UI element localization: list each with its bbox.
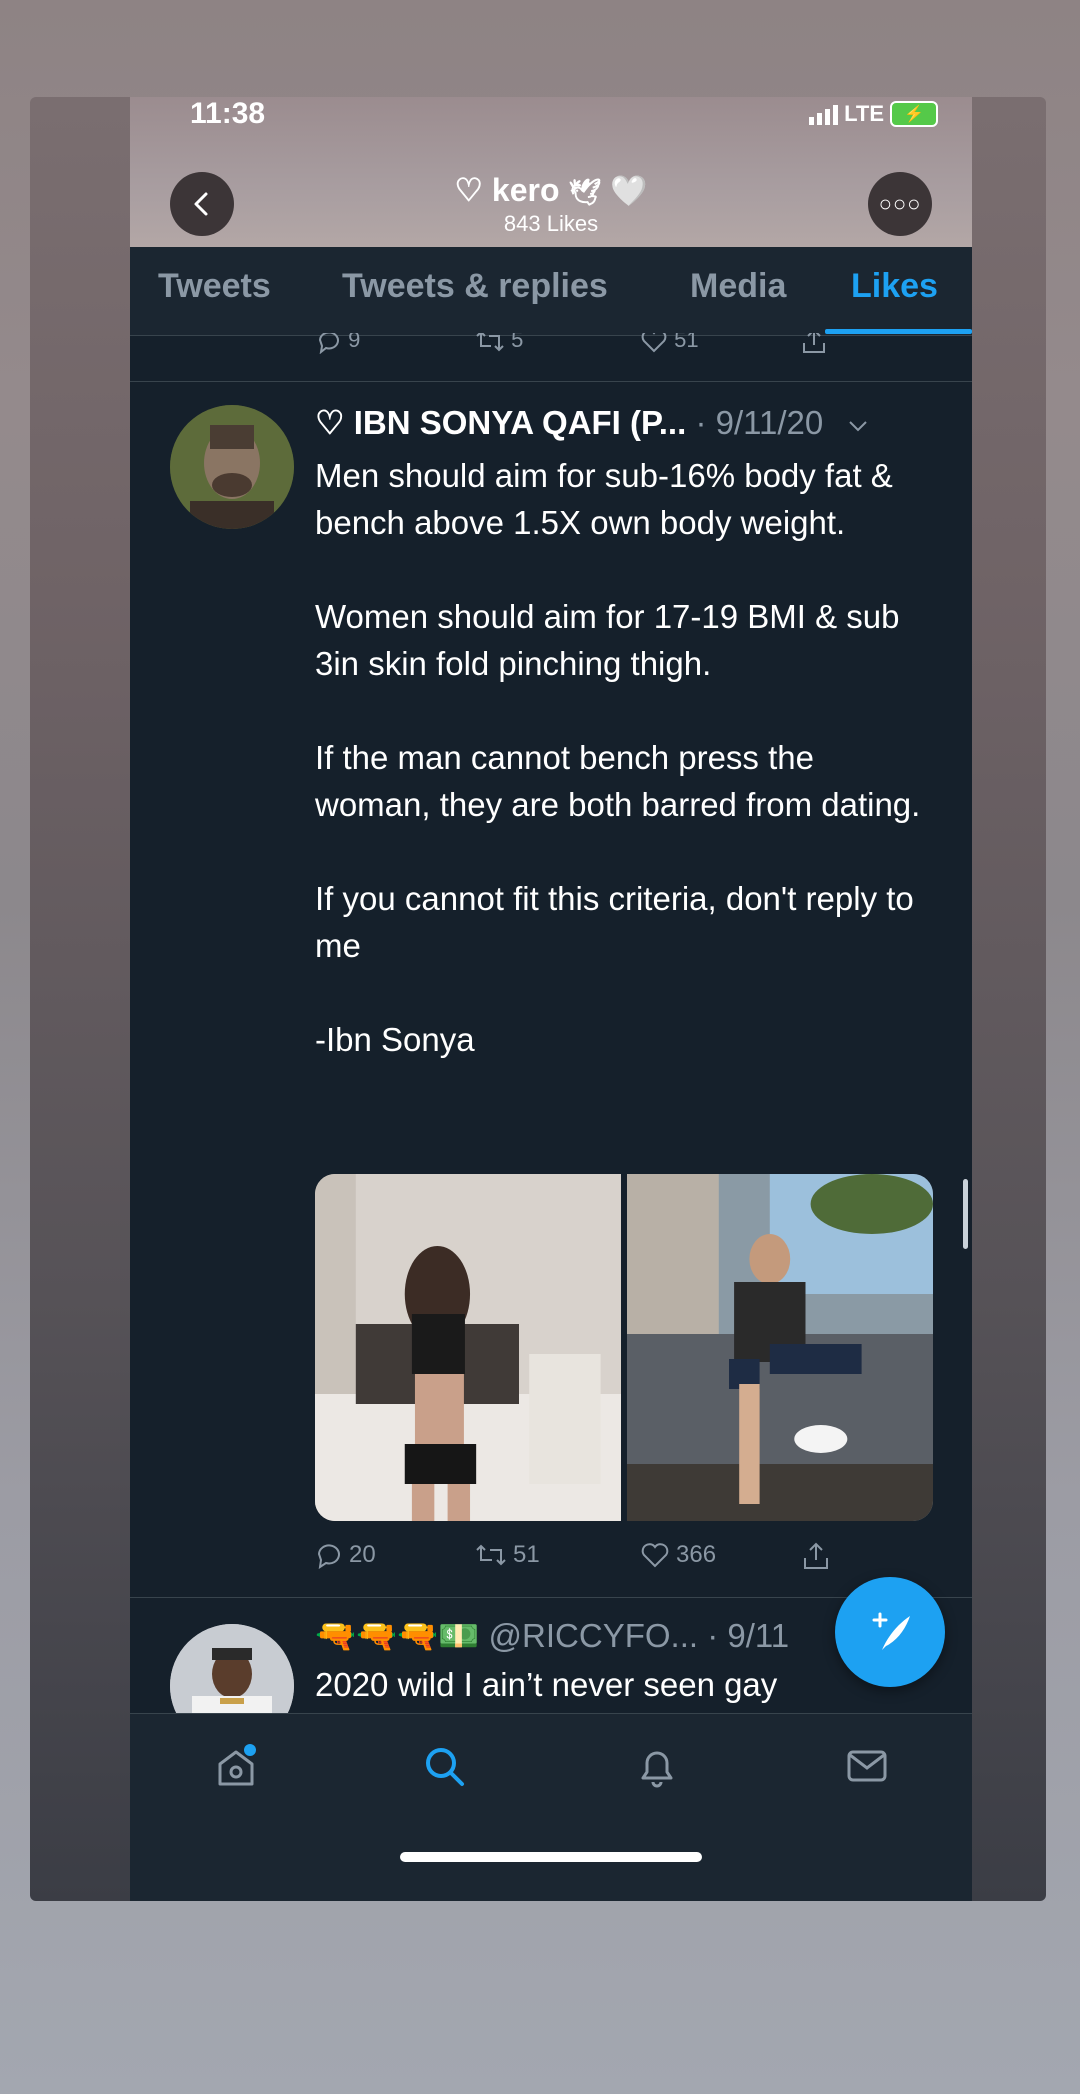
tweet-paragraph: Men should aim for sub-16% body fat & be… — [315, 457, 893, 541]
photo-sofa — [627, 1174, 933, 1521]
profile-header: 11:38 LTE ⚡ ♡ kero 🕊 🤍 843 Likes ○○○ — [130, 97, 972, 247]
more-button[interactable]: ○○○ — [868, 172, 932, 236]
nav-search[interactable] — [420, 1742, 468, 1795]
tweet-text: Men should aim for sub-16% body fat & be… — [315, 452, 935, 1063]
compose-tweet-button[interactable] — [835, 1577, 945, 1687]
nav-home[interactable] — [212, 1742, 260, 1795]
reply-button[interactable]: 20 — [315, 1541, 376, 1569]
phone-screen: 11:38 LTE ⚡ ♡ kero 🕊 🤍 843 Likes ○○○ Twe… — [130, 97, 972, 1901]
tweet-paragraph: If you cannot fit this criteria, don't r… — [315, 880, 914, 964]
retweet-action[interactable]: 5 — [475, 333, 523, 354]
bell-icon — [641, 1751, 673, 1788]
home-icon — [218, 1744, 256, 1786]
home-indicator[interactable] — [400, 1852, 702, 1862]
like-button[interactable]: 366 — [640, 1541, 716, 1569]
avatar-image — [170, 405, 294, 529]
avatar[interactable] — [170, 405, 294, 529]
share-button[interactable] — [801, 1541, 831, 1571]
white-heart-icon: 🤍 — [610, 175, 648, 208]
tab-tweets[interactable]: Tweets — [158, 267, 271, 306]
tweet-paragraph: If the man cannot bench press the woman,… — [315, 739, 921, 823]
share-icon — [803, 333, 825, 354]
like-action[interactable]: 51 — [640, 333, 699, 354]
tab-media[interactable]: Media — [690, 267, 786, 306]
next-tweet-date: · 9/11 — [698, 1617, 790, 1654]
mail-icon — [847, 1750, 887, 1782]
retweet-icon — [476, 333, 504, 352]
network-label: LTE — [844, 101, 884, 126]
reply-icon — [318, 333, 339, 355]
profile-name: ♡ kero — [454, 172, 560, 208]
next-tweet-header: 🔫🔫🔫💵 @RICCYFO... · 9/11 — [315, 1617, 789, 1656]
reply-icon — [317, 1544, 340, 1569]
divider — [130, 381, 972, 382]
media-photo-right[interactable] — [627, 1174, 933, 1521]
nav-notifications[interactable] — [633, 1742, 681, 1795]
heart-icon — [641, 1543, 669, 1568]
likes-count: 843 Likes — [503, 211, 599, 236]
tweet-media[interactable] — [315, 1174, 933, 1521]
share-action[interactable] — [800, 333, 828, 355]
bottom-navigation — [130, 1713, 972, 1901]
search-icon — [426, 1748, 464, 1786]
tweet-paragraph: -Ibn Sonya — [315, 1021, 475, 1058]
next-author-name[interactable]: 🔫🔫🔫💵 — [315, 1617, 479, 1654]
tab-tweets-replies[interactable]: Tweets & replies — [342, 267, 608, 306]
next-tweet-text: 2020 wild I ain’t never seen gay — [315, 1666, 778, 1703]
retweet-button[interactable]: 51 — [475, 1541, 540, 1569]
ellipsis-icon: ○○○ — [878, 191, 922, 216]
retweet-icon — [476, 1544, 506, 1566]
tab-likes[interactable]: Likes — [851, 267, 938, 306]
tweet-date: · 9/11/20 — [686, 404, 824, 441]
status-time: 11:38 — [190, 97, 266, 130]
photo-bedroom — [315, 1174, 621, 1521]
reply-count: 20 — [349, 1541, 376, 1568]
tweet-paragraph: Women should aim for 17-19 BMI & sub 3in… — [315, 598, 900, 682]
retweet-count: 51 — [513, 1541, 540, 1568]
scrollbar[interactable] — [963, 1179, 968, 1249]
chevron-down-icon[interactable] — [846, 418, 870, 434]
reply-action[interactable]: 9 — [316, 333, 360, 355]
signal-icon — [809, 103, 839, 125]
heart-icon — [641, 333, 667, 353]
share-icon — [804, 1542, 828, 1569]
battery-icon: ⚡ — [890, 101, 938, 127]
profile-title: ♡ kero 🕊 🤍 843 Likes — [130, 171, 972, 237]
nav-messages[interactable] — [843, 1742, 891, 1795]
status-indicators: LTE ⚡ — [809, 101, 938, 127]
next-author-handle[interactable]: @RICCYFO... — [479, 1617, 699, 1654]
tweet-actions: 20 51 366 — [315, 1541, 855, 1581]
tweet-header: ♡ IBN SONYA QAFI (P... · 9/11/20 — [315, 403, 870, 442]
bird-icon: 🕊 — [568, 177, 602, 207]
profile-tabs: Tweets Tweets & replies Media Likes — [130, 247, 972, 336]
feather-plus-icon — [872, 1612, 910, 1650]
previous-tweet-actions: 9 5 51 — [130, 333, 972, 363]
author-name[interactable]: ♡ IBN SONYA QAFI (P... — [315, 404, 686, 441]
media-photo-left[interactable] — [315, 1174, 621, 1521]
like-count: 366 — [676, 1541, 717, 1568]
